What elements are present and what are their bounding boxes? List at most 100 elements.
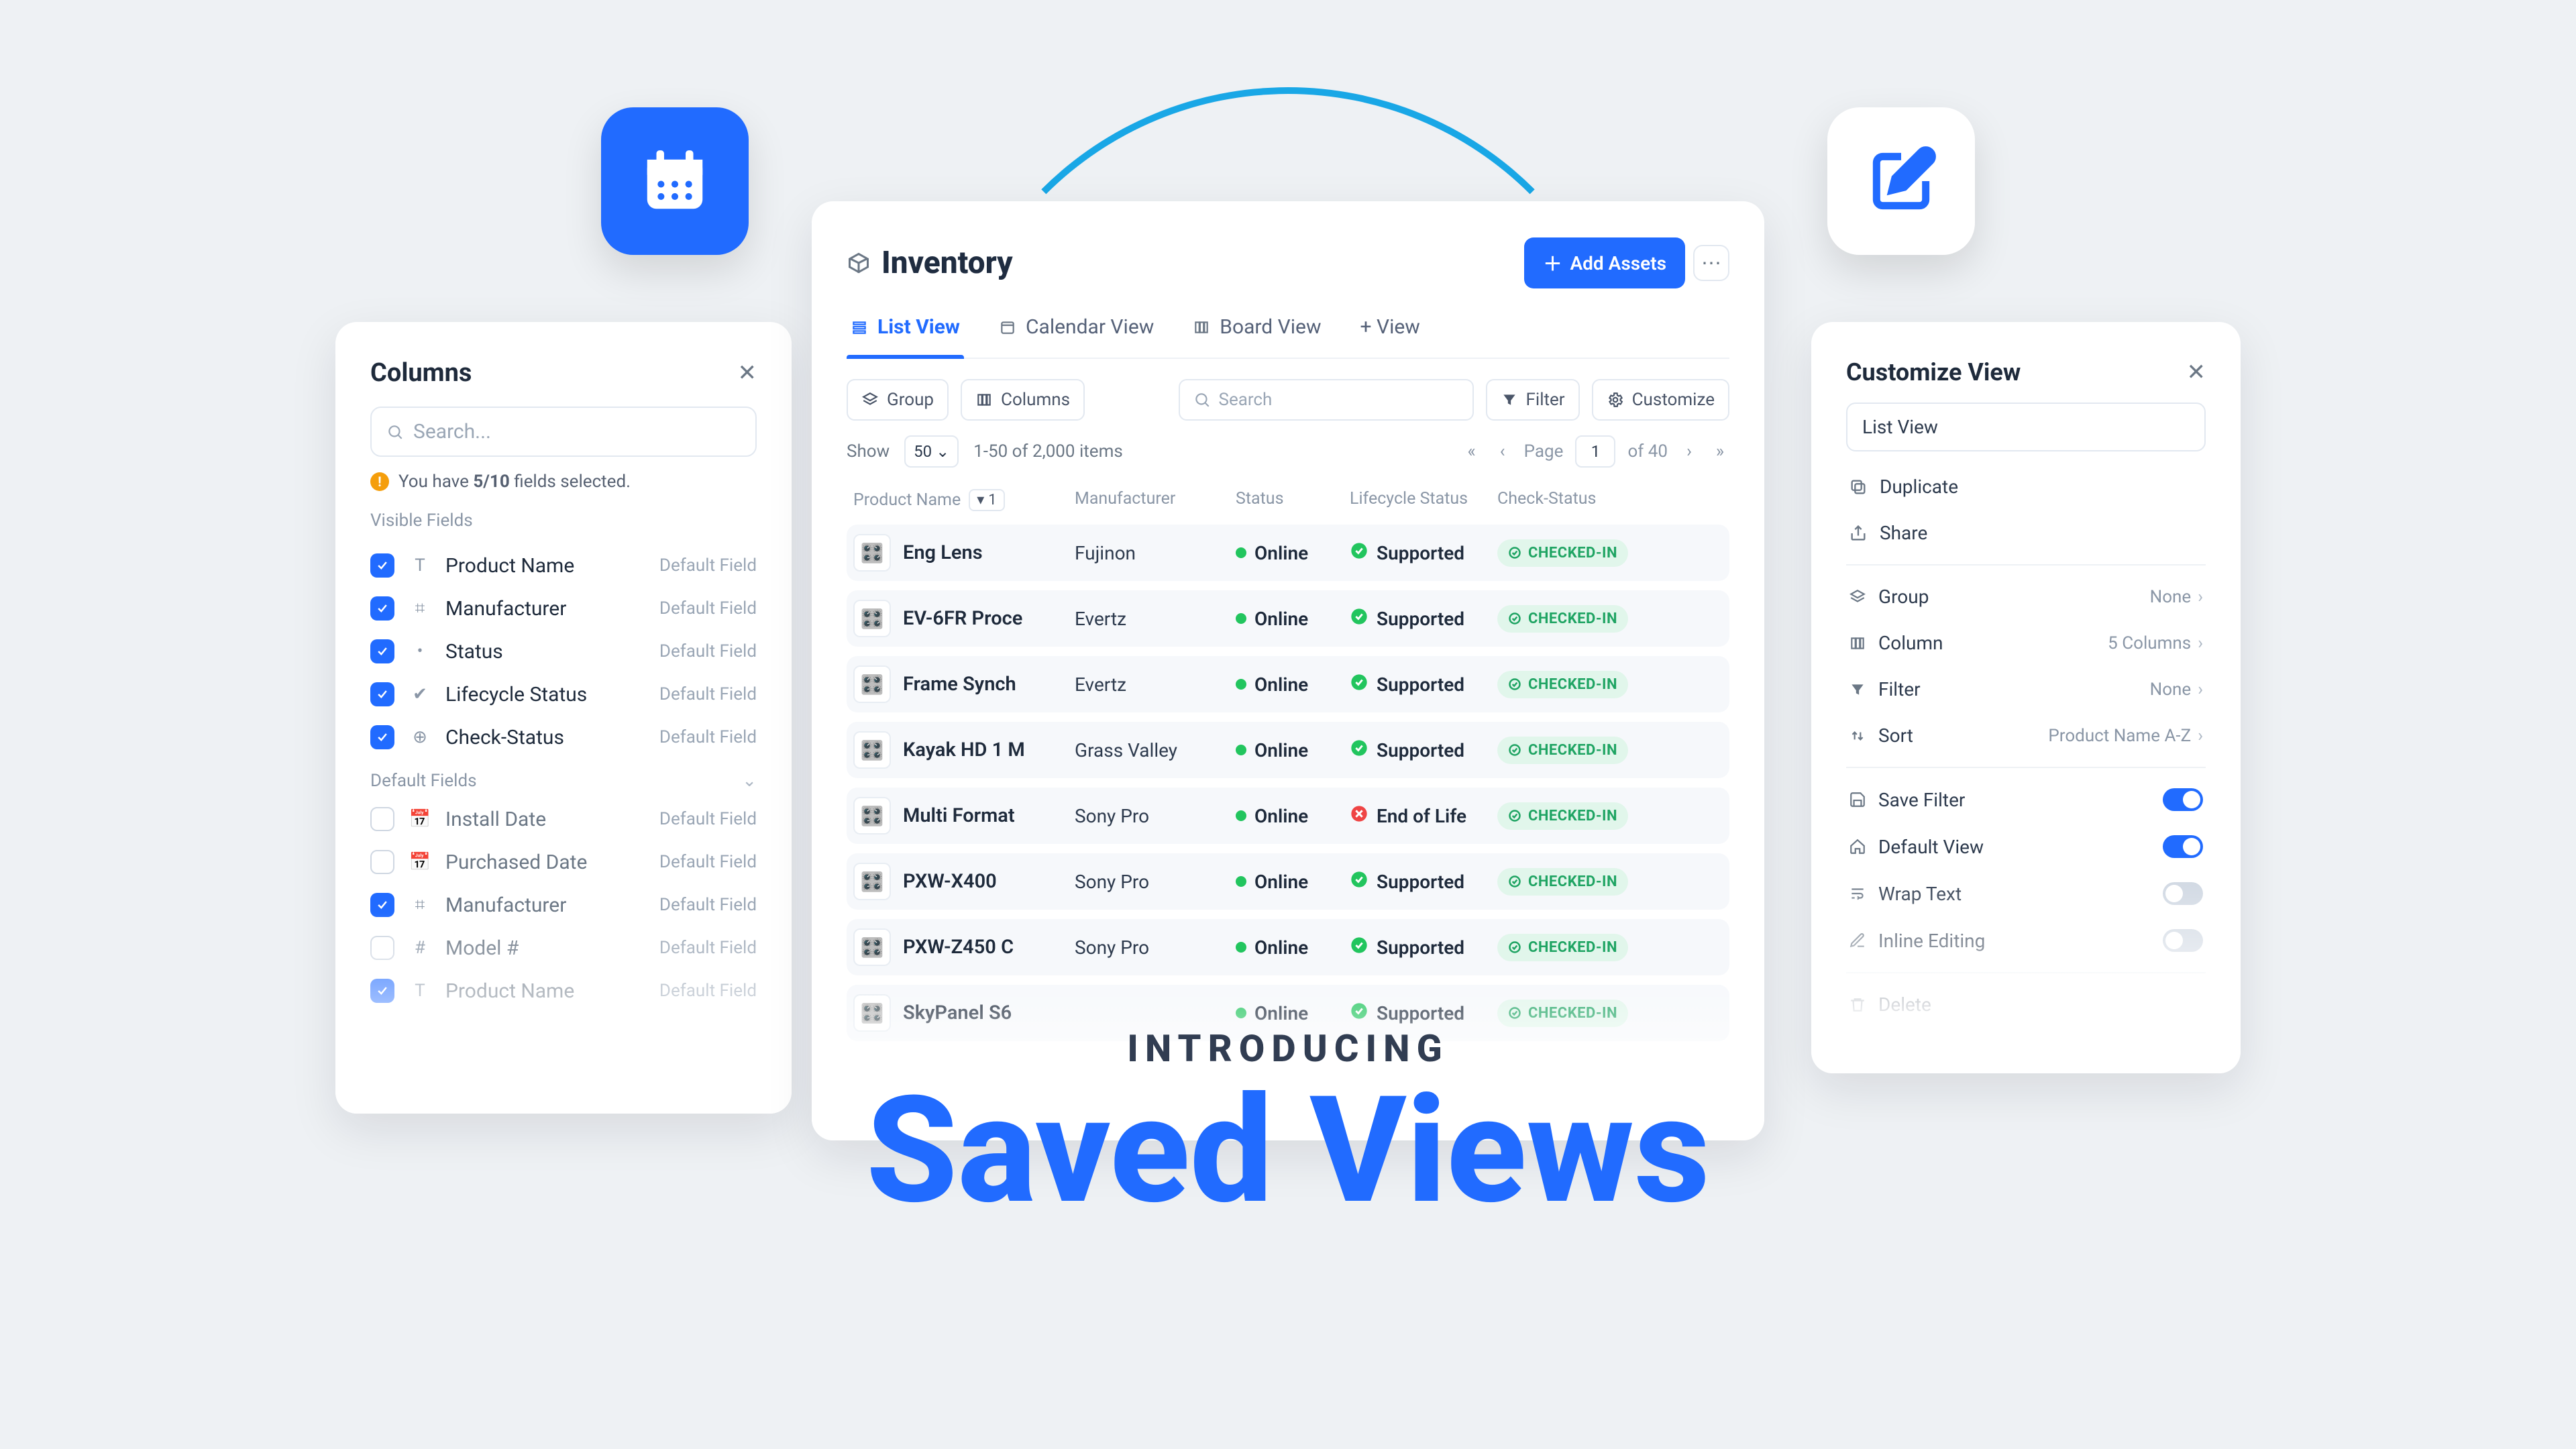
- field-type-icon: ⌗: [409, 894, 431, 916]
- default-field-row[interactable]: 📅 Purchased Date Default Field: [370, 841, 757, 883]
- lifecycle-ok-icon: [1350, 870, 1368, 894]
- customize-title: Customize View: [1846, 358, 2021, 386]
- checkbox[interactable]: [370, 807, 394, 831]
- table-row[interactable]: 🎛️ EV-6FR Proce Evertz Online Supported …: [847, 590, 1729, 647]
- checkbox[interactable]: [370, 979, 394, 1003]
- page-first-button[interactable]: «: [1462, 441, 1481, 462]
- layers-icon: [861, 391, 879, 409]
- table-header: Product Name ▾ 1 Manufacturer Status Lif…: [847, 474, 1729, 525]
- more-menu-button[interactable]: ⋯: [1693, 245, 1729, 281]
- field-type-icon: T: [409, 980, 431, 1002]
- items-summary: 1-50 of 2,000 items: [973, 441, 1123, 462]
- fields-selected-warning: ! You have 5/10 fields selected.: [370, 472, 757, 492]
- tab-add-view[interactable]: + View: [1356, 306, 1424, 358]
- table-row[interactable]: 🎛️ Multi Format Sony Pro Online End of L…: [847, 788, 1729, 844]
- page-number-input[interactable]: 1: [1575, 435, 1615, 468]
- visible-field-row[interactable]: ✔ Lifecycle Status Default Field: [370, 673, 757, 716]
- inventory-search-input[interactable]: Search: [1179, 379, 1474, 421]
- field-tag: Default Field: [659, 598, 757, 619]
- trash-icon: [1849, 996, 1866, 1014]
- status-dot-icon: [1236, 942, 1246, 953]
- table-row[interactable]: 🎛️ Frame Synch Evertz Online Supported C…: [847, 656, 1729, 712]
- checkbox[interactable]: [370, 936, 394, 960]
- visible-field-row[interactable]: ⊕ Check-Status Default Field: [370, 716, 757, 759]
- checkbox-on[interactable]: [370, 553, 394, 578]
- columns-icon: [1849, 635, 1866, 652]
- home-icon: [1849, 838, 1866, 855]
- share-action[interactable]: Share: [1846, 510, 2206, 556]
- checkbox-on[interactable]: [370, 682, 394, 706]
- default-field-row[interactable]: T Product Name Default Field: [370, 969, 757, 1012]
- per-page-select[interactable]: 50 ⌄: [904, 435, 959, 468]
- tab-board-view[interactable]: Board View: [1189, 306, 1325, 358]
- inline-edit-icon: [1849, 932, 1866, 949]
- duplicate-action[interactable]: Duplicate: [1846, 464, 2206, 510]
- checked-in-badge: CHECKED-IN: [1497, 868, 1628, 896]
- table-row[interactable]: 🎛️ PXW-Z450 C Sony Pro Online Supported …: [847, 919, 1729, 975]
- edit-icon-tile: [1827, 107, 1975, 255]
- lifecycle-ok-icon: [1350, 936, 1368, 959]
- product-name: Frame Synch: [903, 673, 1016, 696]
- lifecycle-cell: End of Life: [1350, 804, 1491, 828]
- checkbox-on[interactable]: [370, 596, 394, 621]
- default-field-row[interactable]: # Model # Default Field: [370, 926, 757, 969]
- lifecycle-ok-icon: [1350, 541, 1368, 565]
- default-field-row[interactable]: ⌗ Manufacturer Default Field: [370, 883, 757, 926]
- lifecycle-cell: Supported: [1350, 1002, 1491, 1025]
- tab-calendar-view[interactable]: Calendar View: [995, 306, 1158, 358]
- calendar-icon: [638, 144, 712, 218]
- lifecycle-ok-icon: [1350, 1002, 1368, 1025]
- toggle-save-filter[interactable]: Save Filter: [1846, 776, 2206, 823]
- checked-in-badge: CHECKED-IN: [1497, 737, 1628, 764]
- setting-group[interactable]: Group None ›: [1846, 574, 2206, 620]
- toggle-default-view[interactable]: Default View: [1846, 823, 2206, 870]
- customize-button[interactable]: Customize: [1592, 379, 1729, 421]
- toggle-wrap-text[interactable]: Wrap Text: [1846, 870, 2206, 917]
- visible-field-row[interactable]: T Product Name Default Field: [370, 544, 757, 587]
- view-name-input[interactable]: List View: [1846, 402, 2206, 451]
- hero-title: Saved Views: [0, 1073, 2576, 1228]
- add-assets-button[interactable]: ＋ Add Assets: [1524, 237, 1685, 288]
- field-name: Purchased Date: [445, 851, 645, 874]
- duplicate-icon: [1849, 478, 1868, 496]
- table-row[interactable]: 🎛️ PXW-X400 Sony Pro Online Supported CH…: [847, 853, 1729, 910]
- field-tag: Default Field: [659, 684, 757, 704]
- page-next-button[interactable]: ›: [1680, 441, 1699, 462]
- check-status-cell: CHECKED-IN: [1497, 1000, 1638, 1027]
- check-status-cell: CHECKED-IN: [1497, 934, 1638, 961]
- status-cell: Online: [1236, 542, 1343, 564]
- table-row[interactable]: 🎛️ Eng Lens Fujinon Online Supported CHE…: [847, 525, 1729, 581]
- gear-icon: [1607, 391, 1624, 409]
- checkbox[interactable]: [370, 893, 394, 917]
- page-title: Inventory: [881, 245, 1013, 281]
- table-row[interactable]: 🎛️ Kayak HD 1 M Grass Valley Online Supp…: [847, 722, 1729, 778]
- group-button[interactable]: Group: [847, 379, 949, 421]
- manufacturer-cell: Fujinon: [1075, 542, 1229, 564]
- status-dot-icon: [1236, 679, 1246, 690]
- delete-view-action[interactable]: Delete: [1846, 981, 2206, 1028]
- filter-button[interactable]: Filter: [1486, 379, 1580, 421]
- page-prev-button[interactable]: ‹: [1493, 441, 1512, 462]
- status-cell: Online: [1236, 805, 1343, 827]
- visible-field-row[interactable]: ⌗ Manufacturer Default Field: [370, 587, 757, 630]
- columns-button[interactable]: Columns: [961, 379, 1085, 421]
- tab-list-view[interactable]: List View: [847, 306, 964, 358]
- filter-icon: [1501, 391, 1518, 409]
- columns-search-input[interactable]: Search...: [370, 407, 757, 457]
- page-last-button[interactable]: »: [1711, 441, 1729, 462]
- default-fields-collapser[interactable]: Default Fields ⌄: [370, 759, 757, 798]
- checkbox[interactable]: [370, 850, 394, 874]
- setting-sort[interactable]: Sort Product Name A-Z ›: [1846, 712, 2206, 759]
- checkbox-on[interactable]: [370, 639, 394, 663]
- checkbox-on[interactable]: [370, 725, 394, 749]
- setting-column[interactable]: Column 5 Columns ›: [1846, 620, 2206, 666]
- sort-indicator[interactable]: ▾ 1: [969, 489, 1004, 511]
- manufacturer-cell: Grass Valley: [1075, 739, 1229, 761]
- close-icon[interactable]: ✕: [2187, 361, 2206, 384]
- close-icon[interactable]: ✕: [738, 362, 757, 384]
- setting-filter[interactable]: Filter None ›: [1846, 666, 2206, 712]
- default-field-row[interactable]: 📅 Install Date Default Field: [370, 798, 757, 841]
- product-name: Kayak HD 1 M: [903, 739, 1025, 761]
- toggle-inline-editing[interactable]: Inline Editing: [1846, 917, 2206, 964]
- visible-field-row[interactable]: • Status Default Field: [370, 630, 757, 673]
